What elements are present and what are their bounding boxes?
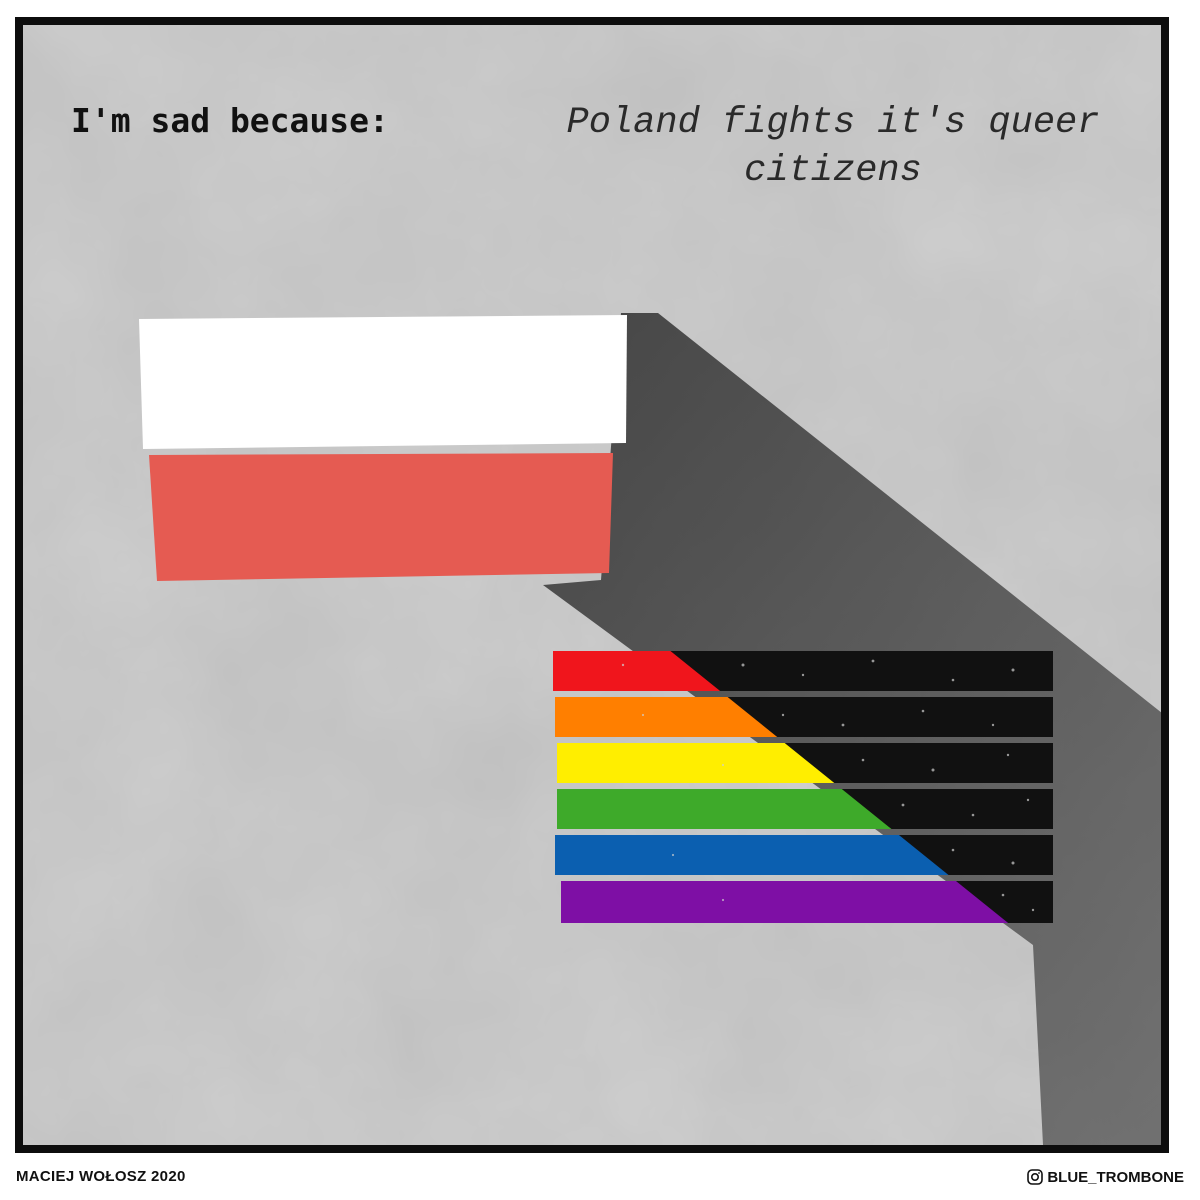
social-handle[interactable]: BLUE_TROMBONE (1027, 1166, 1184, 1188)
caption-text: Poland fights it's queer citizens (566, 102, 1100, 192)
caption-label: I'm sad because: (71, 101, 389, 140)
social-handle-text: BLUE_TROMBONE (1047, 1168, 1184, 1186)
instagram-icon (1027, 1169, 1044, 1185)
polish-flag-red-stripe (149, 453, 613, 581)
polish-flag (139, 315, 627, 581)
artist-credit: MACIEJ WOŁOSZ 2020 (16, 1168, 186, 1185)
comic-panel: I'm sad because: Poland fights it's quee… (15, 17, 1169, 1153)
caption: I'm sad because: Poland fights it's quee… (23, 85, 1161, 195)
polish-flag-white-stripe (139, 315, 627, 449)
